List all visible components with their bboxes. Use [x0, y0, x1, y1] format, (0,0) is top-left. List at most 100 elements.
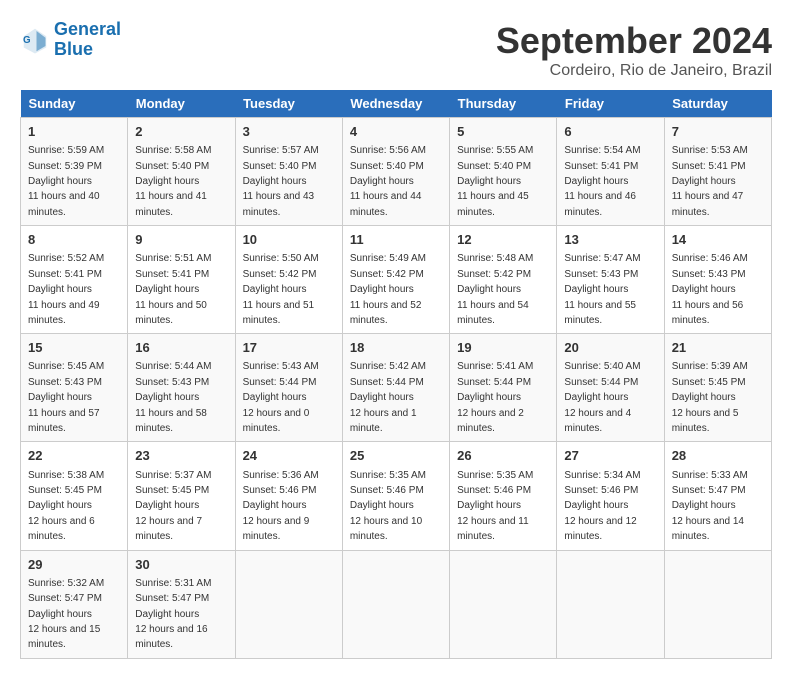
calendar-cell [235, 550, 342, 658]
calendar-cell: 10 Sunrise: 5:50 AMSunset: 5:42 PMDaylig… [235, 226, 342, 334]
day-info: Sunrise: 5:53 AMSunset: 5:41 PMDaylight … [672, 145, 748, 218]
day-info: Sunrise: 5:38 AMSunset: 5:45 PMDaylight … [28, 470, 104, 543]
day-info: Sunrise: 5:40 AMSunset: 5:44 PMDaylight … [564, 361, 640, 434]
day-number: 22 [28, 447, 120, 465]
month-title: September 2024 [496, 20, 772, 62]
day-number: 17 [243, 339, 335, 357]
day-info: Sunrise: 5:49 AMSunset: 5:42 PMDaylight … [350, 253, 426, 326]
day-number: 3 [243, 123, 335, 141]
day-info: Sunrise: 5:36 AMSunset: 5:46 PMDaylight … [243, 470, 319, 543]
day-info: Sunrise: 5:58 AMSunset: 5:40 PMDaylight … [135, 145, 211, 218]
day-info: Sunrise: 5:47 AMSunset: 5:43 PMDaylight … [564, 253, 640, 326]
calendar-week-row: 22 Sunrise: 5:38 AMSunset: 5:45 PMDaylig… [21, 442, 772, 550]
day-number: 1 [28, 123, 120, 141]
day-number: 8 [28, 231, 120, 249]
day-info: Sunrise: 5:35 AMSunset: 5:46 PMDaylight … [457, 470, 533, 543]
calendar-cell: 2 Sunrise: 5:58 AMSunset: 5:40 PMDayligh… [128, 118, 235, 226]
day-number: 15 [28, 339, 120, 357]
title-section: September 2024 Cordeiro, Rio de Janeiro,… [496, 20, 772, 80]
calendar-cell: 27 Sunrise: 5:34 AMSunset: 5:46 PMDaylig… [557, 442, 664, 550]
calendar-cell: 22 Sunrise: 5:38 AMSunset: 5:45 PMDaylig… [21, 442, 128, 550]
day-info: Sunrise: 5:33 AMSunset: 5:47 PMDaylight … [672, 470, 748, 543]
day-info: Sunrise: 5:41 AMSunset: 5:44 PMDaylight … [457, 361, 533, 434]
calendar-week-row: 1 Sunrise: 5:59 AMSunset: 5:39 PMDayligh… [21, 118, 772, 226]
day-info: Sunrise: 5:55 AMSunset: 5:40 PMDaylight … [457, 145, 533, 218]
calendar-cell: 16 Sunrise: 5:44 AMSunset: 5:43 PMDaylig… [128, 334, 235, 442]
day-number: 20 [564, 339, 656, 357]
day-number: 24 [243, 447, 335, 465]
calendar-cell: 5 Sunrise: 5:55 AMSunset: 5:40 PMDayligh… [450, 118, 557, 226]
calendar-cell: 25 Sunrise: 5:35 AMSunset: 5:46 PMDaylig… [342, 442, 449, 550]
calendar-cell: 24 Sunrise: 5:36 AMSunset: 5:46 PMDaylig… [235, 442, 342, 550]
calendar-cell: 23 Sunrise: 5:37 AMSunset: 5:45 PMDaylig… [128, 442, 235, 550]
day-info: Sunrise: 5:43 AMSunset: 5:44 PMDaylight … [243, 361, 319, 434]
calendar-cell [664, 550, 771, 658]
day-number: 11 [350, 231, 442, 249]
calendar-week-row: 8 Sunrise: 5:52 AMSunset: 5:41 PMDayligh… [21, 226, 772, 334]
logo-text: General Blue [54, 20, 121, 60]
svg-text:G: G [23, 35, 31, 46]
day-number: 12 [457, 231, 549, 249]
day-number: 19 [457, 339, 549, 357]
calendar-cell: 29 Sunrise: 5:32 AMSunset: 5:47 PMDaylig… [21, 550, 128, 658]
location: Cordeiro, Rio de Janeiro, Brazil [496, 62, 772, 80]
day-number: 28 [672, 447, 764, 465]
calendar-cell: 8 Sunrise: 5:52 AMSunset: 5:41 PMDayligh… [21, 226, 128, 334]
calendar-cell: 11 Sunrise: 5:49 AMSunset: 5:42 PMDaylig… [342, 226, 449, 334]
day-info: Sunrise: 5:35 AMSunset: 5:46 PMDaylight … [350, 470, 426, 543]
day-number: 30 [135, 556, 227, 574]
day-number: 10 [243, 231, 335, 249]
day-number: 21 [672, 339, 764, 357]
day-info: Sunrise: 5:31 AMSunset: 5:47 PMDaylight … [135, 578, 211, 651]
calendar-cell: 12 Sunrise: 5:48 AMSunset: 5:42 PMDaylig… [450, 226, 557, 334]
day-info: Sunrise: 5:51 AMSunset: 5:41 PMDaylight … [135, 253, 211, 326]
day-info: Sunrise: 5:45 AMSunset: 5:43 PMDaylight … [28, 361, 104, 434]
calendar-cell: 30 Sunrise: 5:31 AMSunset: 5:47 PMDaylig… [128, 550, 235, 658]
header-thursday: Thursday [450, 90, 557, 118]
day-number: 26 [457, 447, 549, 465]
day-number: 29 [28, 556, 120, 574]
calendar-table: Sunday Monday Tuesday Wednesday Thursday… [20, 90, 772, 659]
day-info: Sunrise: 5:46 AMSunset: 5:43 PMDaylight … [672, 253, 748, 326]
day-number: 4 [350, 123, 442, 141]
day-number: 6 [564, 123, 656, 141]
day-info: Sunrise: 5:52 AMSunset: 5:41 PMDaylight … [28, 253, 104, 326]
calendar-cell: 28 Sunrise: 5:33 AMSunset: 5:47 PMDaylig… [664, 442, 771, 550]
calendar-cell: 1 Sunrise: 5:59 AMSunset: 5:39 PMDayligh… [21, 118, 128, 226]
calendar-cell: 15 Sunrise: 5:45 AMSunset: 5:43 PMDaylig… [21, 334, 128, 442]
calendar-cell: 13 Sunrise: 5:47 AMSunset: 5:43 PMDaylig… [557, 226, 664, 334]
day-number: 18 [350, 339, 442, 357]
calendar-cell: 21 Sunrise: 5:39 AMSunset: 5:45 PMDaylig… [664, 334, 771, 442]
day-number: 16 [135, 339, 227, 357]
day-number: 13 [564, 231, 656, 249]
header-monday: Monday [128, 90, 235, 118]
calendar-cell: 4 Sunrise: 5:56 AMSunset: 5:40 PMDayligh… [342, 118, 449, 226]
calendar-cell [342, 550, 449, 658]
calendar-cell: 14 Sunrise: 5:46 AMSunset: 5:43 PMDaylig… [664, 226, 771, 334]
calendar-header-row: Sunday Monday Tuesday Wednesday Thursday… [21, 90, 772, 118]
calendar-cell: 17 Sunrise: 5:43 AMSunset: 5:44 PMDaylig… [235, 334, 342, 442]
day-info: Sunrise: 5:32 AMSunset: 5:47 PMDaylight … [28, 578, 104, 651]
header-sunday: Sunday [21, 90, 128, 118]
calendar-cell: 7 Sunrise: 5:53 AMSunset: 5:41 PMDayligh… [664, 118, 771, 226]
calendar-cell: 3 Sunrise: 5:57 AMSunset: 5:40 PMDayligh… [235, 118, 342, 226]
day-number: 9 [135, 231, 227, 249]
calendar-cell [557, 550, 664, 658]
logo-icon: G [20, 25, 50, 55]
header-friday: Friday [557, 90, 664, 118]
calendar-cell: 26 Sunrise: 5:35 AMSunset: 5:46 PMDaylig… [450, 442, 557, 550]
day-info: Sunrise: 5:42 AMSunset: 5:44 PMDaylight … [350, 361, 426, 434]
header-tuesday: Tuesday [235, 90, 342, 118]
day-number: 2 [135, 123, 227, 141]
day-info: Sunrise: 5:34 AMSunset: 5:46 PMDaylight … [564, 470, 640, 543]
header-saturday: Saturday [664, 90, 771, 118]
header-wednesday: Wednesday [342, 90, 449, 118]
day-info: Sunrise: 5:50 AMSunset: 5:42 PMDaylight … [243, 253, 319, 326]
day-info: Sunrise: 5:54 AMSunset: 5:41 PMDaylight … [564, 145, 640, 218]
day-info: Sunrise: 5:39 AMSunset: 5:45 PMDaylight … [672, 361, 748, 434]
page-header: G General Blue September 2024 Cordeiro, … [20, 20, 772, 80]
calendar-cell: 20 Sunrise: 5:40 AMSunset: 5:44 PMDaylig… [557, 334, 664, 442]
logo: G General Blue [20, 20, 121, 60]
day-number: 14 [672, 231, 764, 249]
calendar-cell: 9 Sunrise: 5:51 AMSunset: 5:41 PMDayligh… [128, 226, 235, 334]
